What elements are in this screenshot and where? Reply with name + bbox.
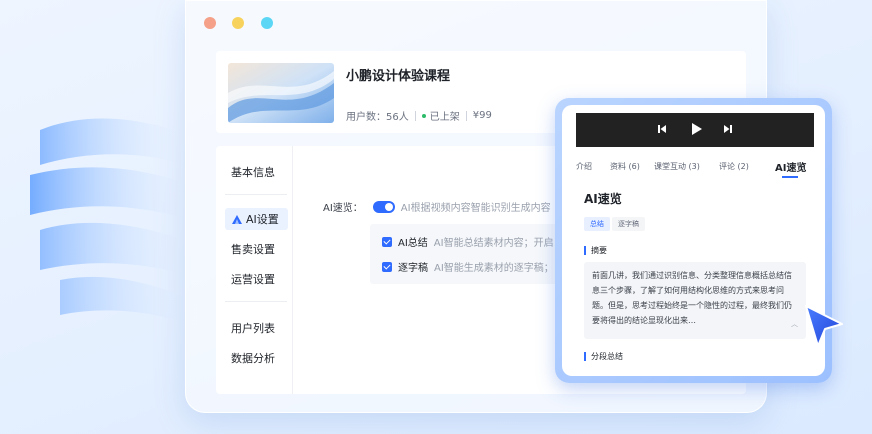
subtab-summary[interactable]: 总结 xyxy=(584,217,610,231)
course-thumbnail xyxy=(228,63,334,123)
skip-previous-icon[interactable] xyxy=(657,124,667,134)
summary-heading: 摘要 xyxy=(584,246,607,255)
tab-comments[interactable]: 评论 (2) xyxy=(719,161,749,172)
divider xyxy=(465,110,467,121)
status-badge: 已上架 xyxy=(429,112,460,123)
active-tab-indicator xyxy=(782,176,798,178)
settings-sidebar: 基本信息 AI设置 售卖设置 运营设置 用户列表 数据分析 xyxy=(216,146,293,394)
option-hint: AI智能总结素材内容；开启 xyxy=(433,238,554,249)
summary-box: 前面几讲，我们通过识别信息、分类整理信息概括总结信息三个步骤，了解了如何用结构化… xyxy=(584,262,806,339)
window-minimize-dot[interactable] xyxy=(232,17,244,29)
option-label: 逐字稿 xyxy=(398,263,428,274)
mobile-preview: 介绍 资料 (6) 课堂互动 (3) 评论 (2) AI速览 AI速览 总结 逐… xyxy=(562,105,825,376)
divider xyxy=(414,110,416,121)
checkbox-ai-summary[interactable] xyxy=(382,236,392,247)
option-transcript[interactable]: 逐字稿 AI智能生成素材的逐字稿； xyxy=(382,259,554,274)
tab-interaction[interactable]: 课堂互动 (3) xyxy=(654,161,700,172)
option-ai-summary[interactable]: AI总结 AI智能总结素材内容；开启 xyxy=(382,234,554,249)
window-maximize-dot[interactable] xyxy=(261,17,273,29)
preview-tabs: 介绍 资料 (6) 课堂互动 (3) 评论 (2) AI速览 xyxy=(576,159,814,179)
divider xyxy=(225,194,287,195)
sidebar-item-ai-settings[interactable]: AI设置 xyxy=(225,208,288,230)
course-price: ¥99 xyxy=(472,110,492,121)
option-hint: AI智能生成素材的逐字稿； xyxy=(434,263,554,274)
sidebar-item-data-analysis[interactable]: 数据分析 xyxy=(231,350,275,366)
tab-intro[interactable]: 介绍 xyxy=(576,161,592,172)
mobile-preview-frame: 介绍 资料 (6) 课堂互动 (3) 评论 (2) AI速览 AI速览 总结 逐… xyxy=(555,98,832,383)
ai-preview-hint: AI根据视频内容智能识别生成内容 xyxy=(400,203,551,214)
summary-text: 前面几讲，我们通过识别信息、分类整理信息概括总结信息三个步骤，了解了如何用结构化… xyxy=(592,271,792,325)
ai-preview-toggle[interactable] xyxy=(372,200,395,213)
user-count: 用户数：56人 xyxy=(346,112,409,123)
subtab-transcript[interactable]: 逐字稿 xyxy=(612,217,645,231)
checkbox-transcript[interactable] xyxy=(382,261,392,272)
play-icon[interactable] xyxy=(689,122,703,136)
sidebar-item-operation-settings[interactable]: 运营设置 xyxy=(231,271,275,287)
window-close-dot[interactable] xyxy=(204,17,216,29)
course-title: 小鹏设计体验课程 xyxy=(346,69,451,84)
sidebar-item-label: AI设置 xyxy=(246,213,279,226)
ai-preview-label: AI速览： xyxy=(323,203,363,214)
sidebar-item-sales-settings[interactable]: 售卖设置 xyxy=(231,241,275,257)
tab-materials[interactable]: 资料 (6) xyxy=(610,161,640,172)
tab-ai-preview[interactable]: AI速览 xyxy=(775,159,806,174)
pointer-arrow-icon xyxy=(805,305,843,347)
option-label: AI总结 xyxy=(398,238,428,249)
section-title: AI速览 xyxy=(584,192,622,206)
status-dot-icon xyxy=(421,113,426,118)
sidebar-item-user-list[interactable]: 用户列表 xyxy=(231,320,275,336)
segments-heading: 分段总结 xyxy=(584,352,623,361)
course-meta: 用户数：56人 已上架 ¥99 xyxy=(346,108,492,123)
ai-triangle-icon xyxy=(232,214,242,224)
video-player[interactable] xyxy=(576,113,814,147)
divider xyxy=(225,301,287,302)
ai-preview-row: AI速览： AI根据视频内容智能识别生成内容 xyxy=(323,199,551,214)
skip-next-icon[interactable] xyxy=(723,124,733,134)
sidebar-item-basic-info[interactable]: 基本信息 xyxy=(231,164,275,180)
collapse-chevron-icon[interactable]: ︿ xyxy=(791,317,798,332)
